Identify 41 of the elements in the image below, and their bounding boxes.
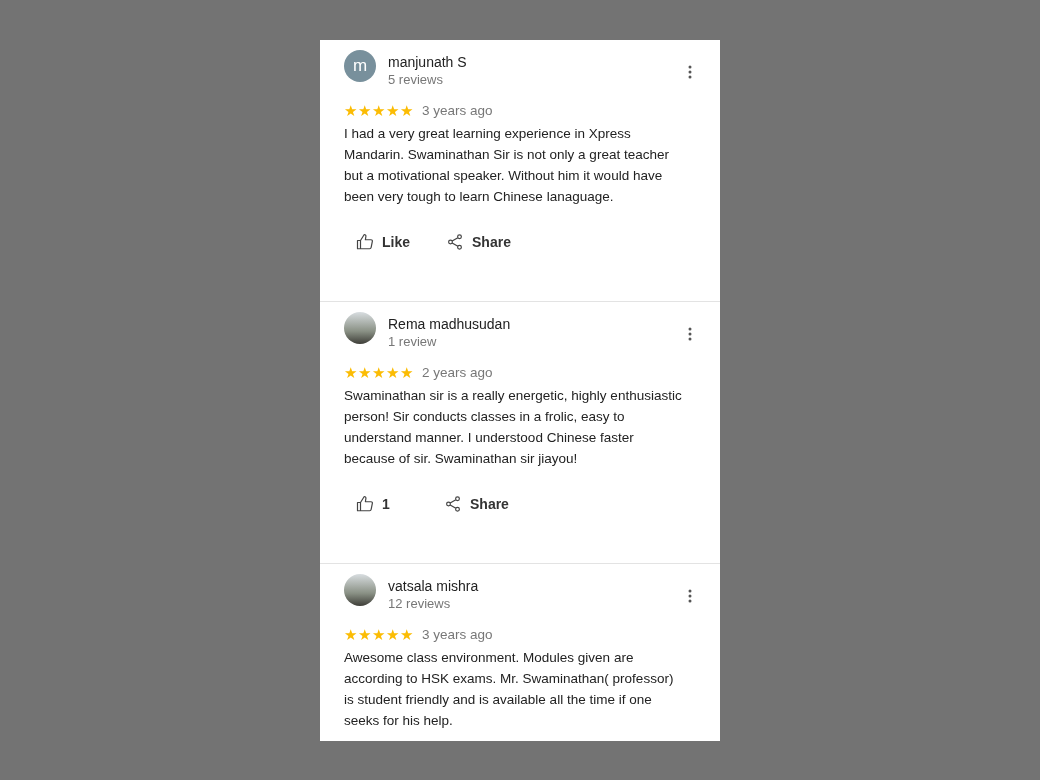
review-text: Awesome class environment. Modules given are according to HSK exams. Mr. Swaminathan( professor) is student friendly and is available all the time if one seeks for his help. [344,649,675,730]
share-button[interactable]: Share [444,493,509,515]
star-icon: ★ [386,364,399,380]
star-icon: ★ [400,626,413,642]
author-name[interactable]: vatsala mishra [388,576,676,595]
review-text: Swaminathan sir is a really energetic, highly enthusiastic person! Sir conducts classes in a frolic, easy to understand manner. I understood Chinese faster because of sir. Swaminathan sir jiayou! [344,387,683,468]
share-icon [446,233,464,251]
star-icon: ★ [358,102,371,118]
star-icon: ★ [344,102,357,118]
share-icon [444,495,462,513]
star-icon: ★ [386,626,399,642]
star-icon: ★ [400,364,413,380]
thumbs-up-icon [356,495,374,513]
star-icon: ★ [344,364,357,380]
star-icon: ★ [372,364,385,380]
more-options-icon[interactable] [688,65,692,79]
review-time: 2 years ago [422,364,493,380]
review-time: 3 years ago [422,102,493,118]
review-time: 3 years ago [422,626,493,642]
more-options-icon[interactable] [688,589,692,603]
review-text: I had a very great learning experience in Xpress Mandarin. Swaminathan Sir is not only a great teacher but a motivational speaker. Without him it would have been very tough to learn Chinese lanaguage. [344,125,670,206]
review-count: 1 review [388,332,438,350]
more-options-icon[interactable] [688,327,692,341]
letter-avatar: m [344,50,376,82]
thumbs-up-icon [356,233,374,251]
avatar-photo-placeholder [344,312,376,344]
star-icon: ★ [358,364,371,380]
star-icon: ★ [372,102,385,118]
like-button[interactable]: Like [356,231,410,253]
author-name[interactable]: Rema madhusudan [388,314,676,333]
avatar-photo-placeholder [344,574,376,606]
star-icon: ★ [400,102,413,118]
star-icon: ★ [386,102,399,118]
share-button[interactable]: Share [446,231,511,253]
author-name[interactable]: manjunath S [388,52,676,71]
star-icon: ★ [344,626,357,642]
review-count: 5 reviews [388,70,444,88]
star-icon: ★ [372,626,385,642]
like-button[interactable]: 1 [356,493,408,515]
review-count: 12 reviews [388,594,452,612]
star-icon: ★ [358,626,371,642]
